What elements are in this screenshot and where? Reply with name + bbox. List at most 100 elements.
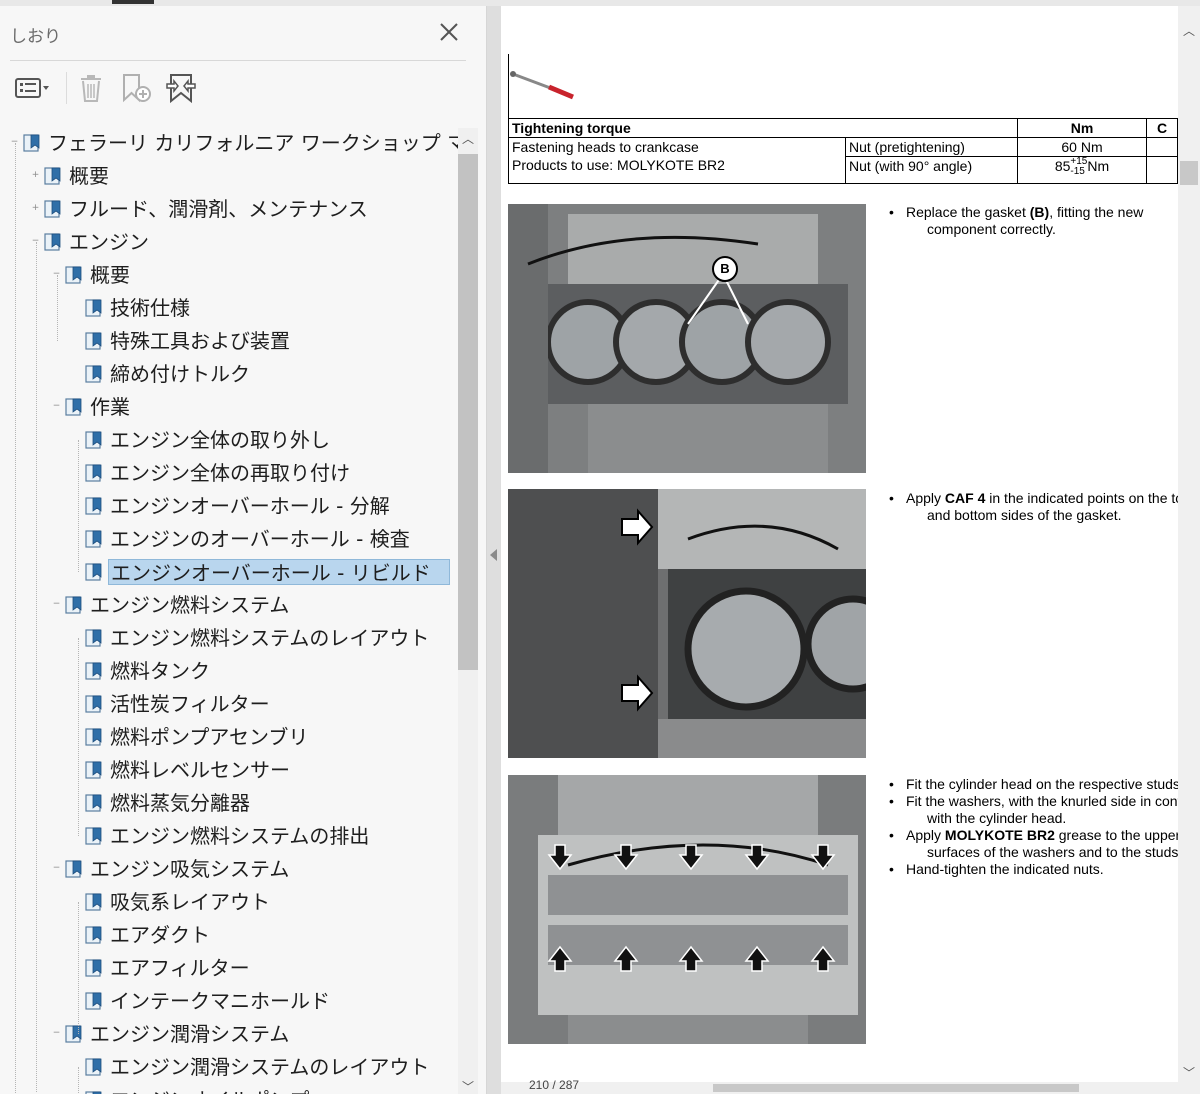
- bookmark-item[interactable]: 吸気系レイアウト: [0, 887, 460, 918]
- tree-scroll-thumb[interactable]: [458, 154, 478, 670]
- list-options-icon: [15, 78, 49, 98]
- instruction-item: Apply MOLYKOTE BR2 grease to the uppersu…: [889, 827, 1179, 861]
- bookmark-item[interactable]: 燃料レベルセンサー: [0, 755, 460, 786]
- scroll-up-icon[interactable]: ︿: [458, 130, 478, 147]
- engine-photo-head: [508, 775, 866, 1044]
- bookmark-item[interactable]: エアフィルター: [0, 953, 460, 984]
- bookmark-item[interactable]: インテークマニホールド: [0, 986, 460, 1017]
- document-scrollbar[interactable]: ︿ ﹀: [1178, 6, 1200, 1082]
- value2-minus: -15: [1070, 166, 1085, 178]
- table-cell-description: Fastening heads to crankcase Products to…: [508, 137, 846, 184]
- scroll-down-icon[interactable]: ﹀: [458, 1078, 478, 1094]
- collapse-icon[interactable]: −: [52, 864, 61, 873]
- bookmark-item[interactable]: エンジンオーバーホール - 分解: [0, 491, 460, 522]
- bookmark-item[interactable]: 技術仕様: [0, 293, 460, 324]
- bookmark-item[interactable]: − 概要: [0, 260, 460, 291]
- collapse-icon[interactable]: −: [52, 1029, 61, 1038]
- doc-scroll-thumb[interactable]: [1180, 161, 1198, 185]
- bookmark-item[interactable]: エンジン全体の取り外し: [0, 425, 460, 456]
- expand-icon[interactable]: +: [31, 204, 40, 213]
- bookmark-item[interactable]: エンジン燃料システムの排出: [0, 821, 460, 852]
- document-view: Tightening torque Nm C Fastening heads t…: [501, 6, 1200, 1094]
- options-button[interactable]: [10, 70, 54, 106]
- tree-scrollbar[interactable]: ︿ ﹀: [458, 128, 478, 1094]
- bookmark-icon: [85, 563, 102, 581]
- instruction-text-2: grease to the upper: [1054, 827, 1179, 843]
- bookmark-item[interactable]: − エンジン: [0, 227, 460, 258]
- expand-icon[interactable]: +: [31, 171, 40, 180]
- bookmark-label: エンジン燃料システムの排出: [110, 824, 370, 848]
- bookmark-label: エンジン吸気システム: [90, 857, 290, 881]
- doc-scroll-down-icon[interactable]: ﹀: [1178, 1064, 1200, 1081]
- torque-table: Tightening torque Nm C Fastening heads t…: [508, 118, 1178, 184]
- bookmark-item[interactable]: + フルード、潤滑剤、メンテナンス: [0, 194, 460, 225]
- value2-unit: Nm: [1087, 158, 1110, 174]
- doc-scroll-up-icon[interactable]: ︿: [1178, 22, 1200, 39]
- bookmark-label: 燃料タンク: [110, 659, 210, 683]
- bookmark-item[interactable]: エンジンオイルポンプ: [0, 1085, 460, 1094]
- bookmark-item[interactable]: 燃料ポンプアセンブリ: [0, 722, 460, 753]
- horizontal-scrollbar[interactable]: 210 / 287: [501, 1078, 1200, 1094]
- tree-guide-line: [78, 638, 79, 836]
- instruction-replace-gasket: Replace the gasket (B), fitting the newc…: [889, 204, 1179, 238]
- tree-guide-line: [15, 143, 16, 1093]
- instruction-text: Hand-tighten the indicated nuts.: [906, 861, 1104, 877]
- instructions-1: Replace the gasket (B), fitting the newc…: [889, 204, 1179, 238]
- bookmark-item[interactable]: 締め付けトルク: [0, 359, 460, 390]
- close-panel-button[interactable]: [436, 19, 462, 45]
- engine-caf-image: [508, 489, 866, 758]
- bookmark-label: エンジン全体の取り外し: [110, 428, 330, 452]
- expand-bookmark-button[interactable]: [162, 70, 200, 106]
- collapse-icon[interactable]: −: [52, 402, 61, 411]
- instruction-item: Fit the cylinder head on the respective …: [889, 776, 1179, 793]
- bookmark-label: 作業: [90, 395, 130, 419]
- table-cell-empty1: [1146, 137, 1178, 157]
- bookmark-label: 燃料ポンプアセンブリ: [110, 725, 309, 749]
- bookmark-item[interactable]: 活性炭フィルター: [0, 689, 460, 720]
- bookmark-item[interactable]: − エンジン吸気システム: [0, 854, 460, 885]
- bookmark-icon: [85, 530, 102, 548]
- hscroll-thumb[interactable]: [713, 1084, 1079, 1092]
- bookmark-icon: [85, 959, 102, 977]
- bookmark-icon: [85, 1058, 102, 1076]
- table-header-torque: Tightening torque: [508, 118, 1018, 138]
- bookmark-icon: [65, 860, 82, 878]
- value2-tolerance: +15 -15: [1070, 157, 1087, 177]
- collapse-arrow-icon[interactable]: [490, 549, 497, 561]
- panel-splitter[interactable]: [487, 6, 501, 1094]
- torque-wrench-icon: [510, 71, 574, 100]
- bookmark-icon: [85, 332, 102, 350]
- bookmark-item[interactable]: エアダクト: [0, 920, 460, 951]
- bookmark-item[interactable]: − エンジン潤滑システム: [0, 1019, 460, 1050]
- bookmark-item[interactable]: −フェラーリ カリフォルニア ワークショップ マニュアル: [0, 128, 460, 159]
- bookmark-icon: [23, 134, 40, 152]
- bookmark-item[interactable]: 燃料タンク: [0, 656, 460, 687]
- bookmark-icon: [85, 893, 102, 911]
- bookmark-item[interactable]: エンジン全体の再取り付け: [0, 458, 460, 489]
- bookmark-icon: [85, 365, 102, 383]
- bookmark-item[interactable]: エンジンのオーバーホール - 検査: [0, 524, 460, 555]
- bookmark-icon: [65, 1025, 82, 1043]
- bookmark-item[interactable]: 燃料蒸気分離器: [0, 788, 460, 819]
- bookmark-item[interactable]: 特殊工具および装置: [0, 326, 460, 357]
- bookmark-item[interactable]: − エンジン燃料システム: [0, 590, 460, 621]
- step2-continued: and bottom sides of the gasket.: [927, 507, 1122, 523]
- bookmark-item[interactable]: + 概要: [0, 161, 460, 192]
- bookmark-label: 特殊工具および装置: [110, 329, 290, 353]
- bookmark-item[interactable]: エンジンオーバーホール - リビルド: [0, 557, 460, 588]
- bookmark-label: 概要: [90, 263, 130, 287]
- description-line-1: Fastening heads to crankcase: [512, 139, 699, 155]
- bookmark-item[interactable]: − 作業: [0, 392, 460, 423]
- tree-guide-line: [78, 902, 79, 1034]
- bookmark-item[interactable]: エンジン燃料システムのレイアウト: [0, 623, 460, 654]
- trash-icon: [81, 75, 101, 102]
- collapse-icon[interactable]: −: [52, 600, 61, 609]
- bookmark-item[interactable]: エンジン潤滑システムのレイアウト: [0, 1052, 460, 1083]
- description-line-2: Products to use: MOLYKOTE BR2: [512, 157, 725, 173]
- new-bookmark-button[interactable]: [118, 70, 154, 106]
- delete-bookmark-button[interactable]: [74, 70, 108, 106]
- engine-photo-caf: [508, 489, 866, 758]
- table-header-extra: C: [1146, 118, 1178, 138]
- instruction-text: Apply: [906, 827, 945, 843]
- add-bookmark-icon: [123, 74, 151, 103]
